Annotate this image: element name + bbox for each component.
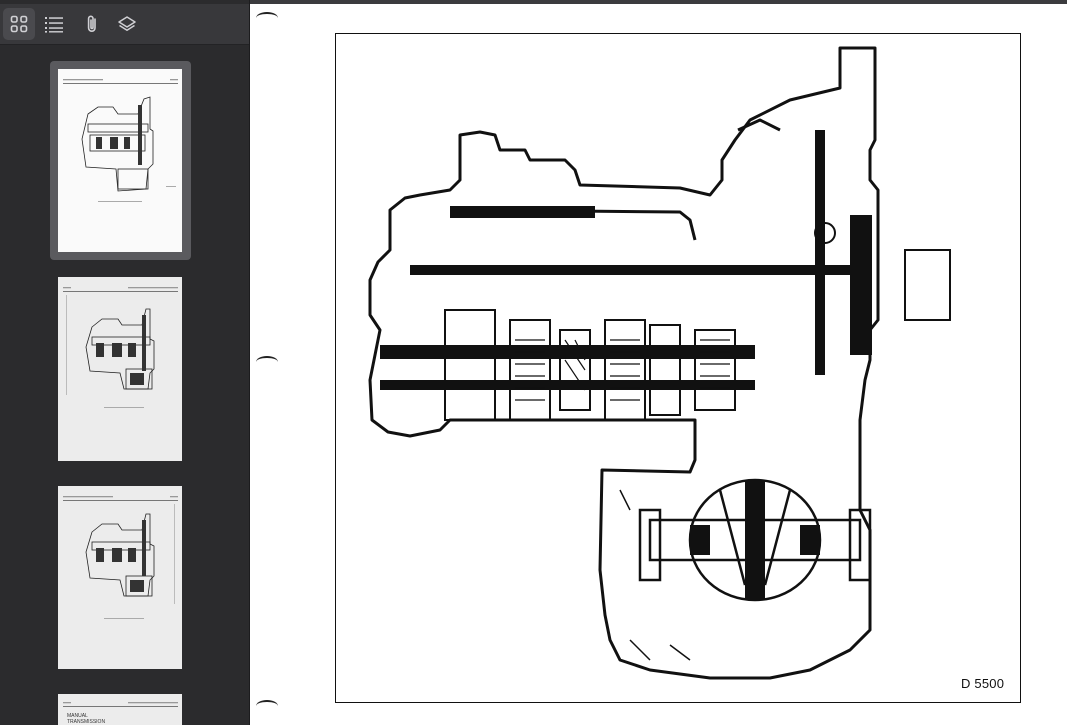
grid-icon: [10, 15, 28, 33]
thumbnail-sidebar: MANUAL TRANSMISSION: [0, 0, 250, 725]
transmission-cutaway-diagram: [368, 46, 951, 680]
layers-icon: [118, 16, 136, 31]
document-viewer[interactable]: D 5500: [250, 4, 1067, 725]
page-thumbnail-image: [63, 287, 178, 408]
page-thumbnail-image: [63, 496, 178, 619]
binder-hole-mark: [256, 12, 278, 24]
list-icon: [45, 17, 63, 33]
page-thumbnail-image: [63, 79, 178, 202]
paperclip-icon: [87, 15, 96, 32]
attachments-button[interactable]: [76, 8, 108, 40]
figure-label: D 5500: [961, 676, 1005, 691]
page-thumbnail[interactable]: [58, 486, 182, 669]
thumbnail-header-text: MANUAL TRANSMISSION: [67, 713, 106, 725]
outline-view-button[interactable]: [38, 8, 70, 40]
thumbnails-view-button[interactable]: [3, 8, 35, 40]
layers-button[interactable]: [111, 8, 143, 40]
page-thumbnail[interactable]: [58, 69, 182, 252]
sidebar-toolbar: [0, 4, 249, 45]
binder-hole-mark: [256, 700, 278, 712]
page-thumbnail[interactable]: MANUAL TRANSMISSION: [58, 694, 182, 725]
binder-hole-mark: [256, 356, 278, 368]
page-thumbnail[interactable]: [58, 277, 182, 461]
thumbnail-list: MANUAL TRANSMISSION: [0, 45, 249, 725]
